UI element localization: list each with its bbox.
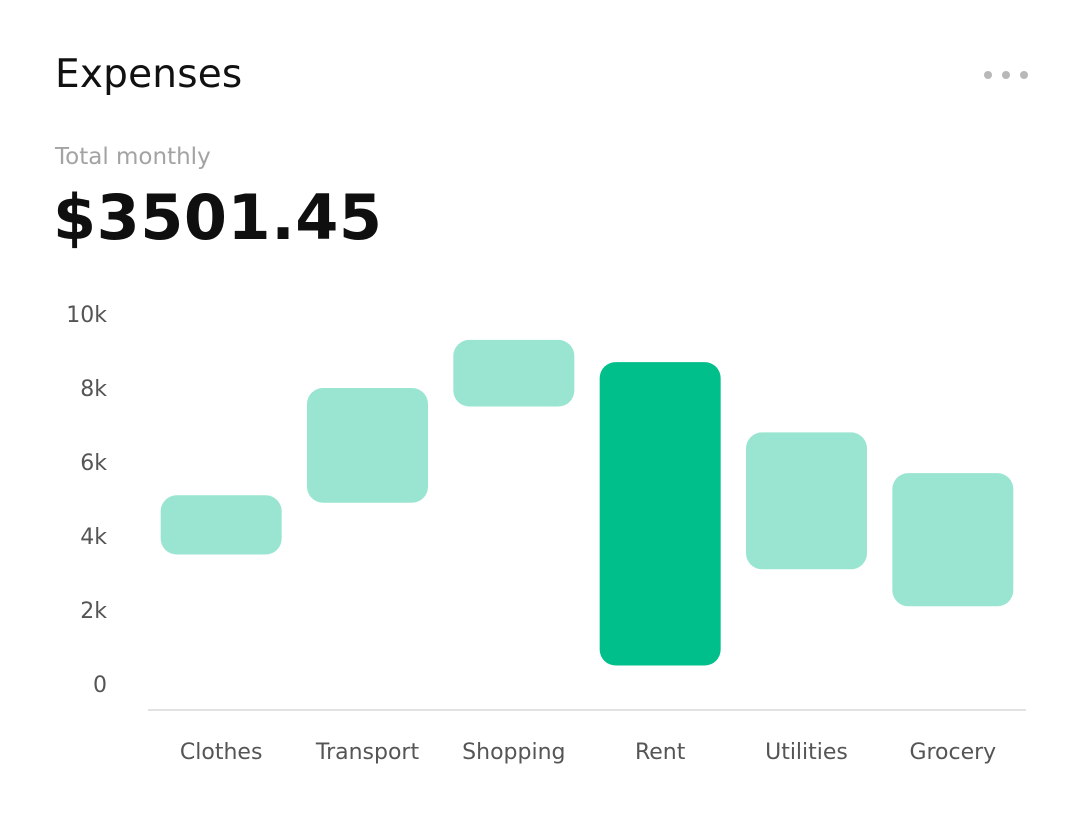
y-tick-label: 10k xyxy=(66,303,107,328)
x-tick-label-grocery: Grocery xyxy=(909,740,996,765)
y-tick-label: 4k xyxy=(80,525,107,550)
y-tick-label: 2k xyxy=(80,599,107,624)
expenses-card: Expenses Total monthly $3501.45 0 2k 4k 6k 8… xyxy=(0,0,1080,818)
bar-grocery[interactable] xyxy=(892,473,1014,607)
y-tick-label: 6k xyxy=(80,451,107,476)
x-tick-label-rent: Rent xyxy=(635,740,686,765)
y-tick-label: 0 xyxy=(93,673,107,698)
x-tick-label-utilities: Utilities xyxy=(765,740,848,765)
bar-shopping[interactable] xyxy=(453,339,575,407)
x-tick-label-clothes: Clothes xyxy=(180,740,263,765)
bar-transport[interactable] xyxy=(307,388,428,503)
x-tick-label-shopping: Shopping xyxy=(462,740,565,765)
bar-utilities[interactable] xyxy=(746,432,867,570)
y-tick-label: 8k xyxy=(80,377,107,402)
expenses-range-bar-chart: 0 2k 4k 6k 8k 10k Clothes Transport Shopping Rent… xyxy=(66,303,1026,765)
x-tick-label-transport: Transport xyxy=(315,740,420,765)
bar-rent[interactable] xyxy=(599,362,721,666)
bar-clothes[interactable] xyxy=(160,495,282,555)
